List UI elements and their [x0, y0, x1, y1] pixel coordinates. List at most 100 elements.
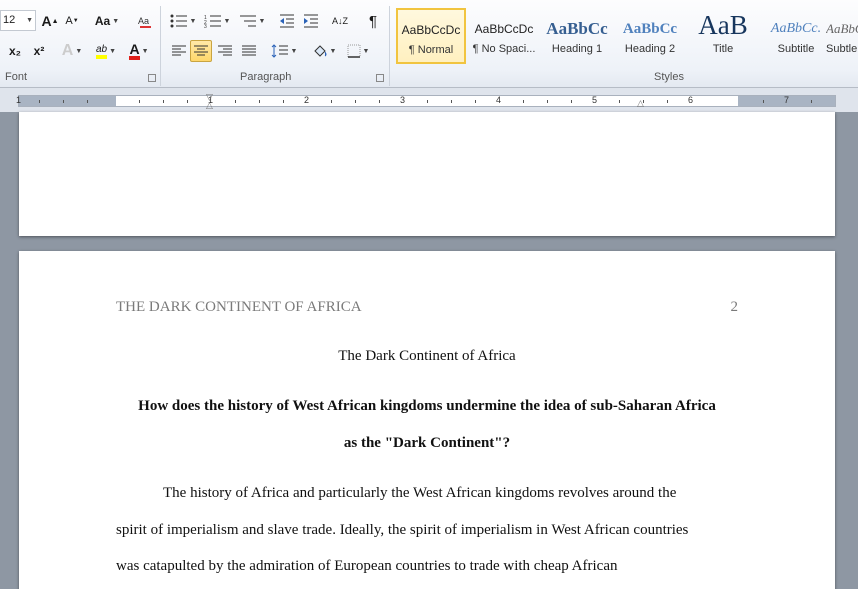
highlight-button[interactable]: ab ▼: [90, 40, 122, 62]
document-page[interactable]: [19, 112, 835, 236]
superscript-button[interactable]: x²: [28, 40, 50, 62]
style-name: Title: [712, 43, 734, 55]
research-question: as the "Dark Continent"?: [343, 435, 511, 451]
paragraph-dialog-launcher-icon[interactable]: [376, 74, 384, 82]
clear-formatting-icon: Aa: [138, 16, 151, 28]
arrow-up-icon: ▲: [51, 17, 59, 25]
ruler-tick: [427, 100, 428, 103]
chevron-down-icon: ▼: [223, 17, 231, 25]
chevron-down-icon: ▼: [362, 47, 370, 55]
shrink-font-button[interactable]: A ▼: [62, 10, 82, 32]
style-heading-1[interactable]: AaBbCc Heading 1: [542, 8, 612, 64]
ruler-tick: [475, 100, 476, 103]
paragraph-group-label: Paragraph: [240, 71, 292, 83]
ruler-tick: [235, 100, 236, 103]
style-name: Heading 2: [624, 43, 676, 55]
decrease-indent-button[interactable]: [276, 10, 298, 32]
style-heading-2[interactable]: AaBbCc Heading 2: [615, 8, 685, 64]
ruler-tick: [451, 100, 452, 103]
font-size-value: 12: [3, 14, 16, 26]
font-color-label: A: [129, 42, 140, 60]
right-indent-icon[interactable]: △: [637, 98, 644, 109]
svg-text:Aa: Aa: [138, 16, 149, 26]
subscript-button[interactable]: x₂: [4, 40, 26, 62]
font-dialog-launcher-icon[interactable]: [148, 74, 156, 82]
borders-icon: [347, 44, 361, 58]
style-subtle[interactable]: AaBbCc Subtle: [825, 8, 858, 64]
bullets-icon: [170, 14, 187, 28]
ruler-tick: [547, 100, 548, 103]
shading-button[interactable]: ▼: [308, 40, 340, 62]
ruler-number: 5: [592, 95, 598, 105]
style-sample: AaBbCcDc: [474, 22, 534, 36]
group-divider: [160, 6, 161, 86]
borders-button[interactable]: ▼: [342, 40, 374, 62]
style-title[interactable]: AaB Title: [688, 8, 758, 64]
show-hide-button[interactable]: ¶: [362, 10, 384, 32]
clear-formatting-button[interactable]: Aa: [134, 10, 156, 32]
svg-text:3: 3: [204, 24, 207, 28]
grow-font-label: A: [41, 13, 52, 29]
body-text-line: was catapulted by the admiration of Euro…: [116, 558, 618, 574]
style-name: Heading 1: [551, 43, 603, 55]
multilevel-list-button[interactable]: ▼: [236, 10, 268, 32]
style-no-spacing[interactable]: AaBbCcDc ¶ No Spaci...: [469, 8, 539, 64]
style-name: ¶ No Spaci...: [472, 43, 536, 55]
ruler-tick: [667, 100, 668, 103]
font-size-combobox[interactable]: 12 ▼: [0, 10, 36, 31]
style-subtitle[interactable]: AaBbCc. Subtitle: [761, 8, 831, 64]
style-name: ¶ Normal: [408, 44, 454, 56]
style-normal[interactable]: AaBbCcDc ¶ Normal: [396, 8, 466, 64]
hanging-indent-icon[interactable]: △: [206, 100, 213, 111]
style-sample: AaBbCc: [826, 21, 858, 36]
text-effects-button[interactable]: A ▼: [58, 40, 86, 62]
ruler-tick: [811, 100, 812, 103]
align-center-icon: [194, 45, 208, 56]
numbering-button[interactable]: 1 2 3 ▼: [201, 10, 233, 32]
grow-font-button[interactable]: A ▲: [40, 10, 60, 32]
ruler-tick: [39, 100, 40, 103]
paint-bucket-icon: [313, 45, 327, 57]
line-spacing-icon: [271, 44, 288, 58]
increase-indent-button[interactable]: [300, 10, 322, 32]
multilevel-list-icon: [239, 15, 256, 27]
style-sample: AaBbCcDc: [401, 23, 461, 37]
align-right-button[interactable]: [214, 40, 236, 62]
ruler-number: 4: [496, 95, 502, 105]
font-color-button[interactable]: A ▼: [124, 40, 154, 62]
running-head: THE DARK CONTINENT OF AFRICA: [116, 299, 362, 315]
ruler-tick: [163, 100, 164, 103]
horizontal-ruler[interactable]: 1 1 2 3 4 5 6 7 ▽ △ △: [16, 92, 836, 110]
decrease-indent-icon: [280, 14, 294, 28]
ruler-number: 2: [304, 95, 310, 105]
ruler-number: 7: [784, 95, 790, 105]
ruler-tick: [379, 100, 380, 103]
align-center-button[interactable]: [190, 40, 212, 62]
align-left-button[interactable]: [168, 40, 190, 62]
ruler-number: 3: [400, 95, 406, 105]
group-divider: [389, 6, 390, 86]
sort-button[interactable]: A↓Z: [328, 10, 352, 32]
line-spacing-button[interactable]: ▼: [268, 40, 300, 62]
ruler-tick: [355, 100, 356, 103]
justify-button[interactable]: [238, 40, 260, 62]
style-sample: AaBbCc.: [770, 21, 822, 36]
ribbon: 12 ▼ A ▲ A ▼ Aa ▼ Aa x₂ x² A ▼ ab ▼ A ▼ Font ▼…: [0, 0, 858, 88]
change-case-label: Aa: [94, 14, 111, 28]
document-page[interactable]: THE DARK CONTINENT OF AFRICA 2 The Dark …: [19, 251, 835, 589]
chevron-down-icon: ▼: [141, 47, 149, 55]
style-name: Subtitle: [777, 43, 815, 55]
text-effects-icon: A: [61, 42, 74, 59]
ruler-number: 6: [688, 95, 694, 105]
change-case-button[interactable]: Aa ▼: [92, 10, 122, 32]
ruler-tick: [283, 100, 284, 103]
chevron-down-icon: ▼: [258, 17, 266, 25]
align-right-icon: [218, 45, 232, 56]
justify-icon: [242, 45, 256, 56]
chevron-down-icon[interactable]: ▼: [26, 11, 33, 30]
bullets-button[interactable]: ▼: [168, 10, 198, 32]
increase-indent-icon: [304, 14, 318, 28]
ruler-tick: [619, 100, 620, 103]
shrink-font-label: A: [65, 15, 73, 27]
ruler-number: 1: [16, 95, 22, 105]
